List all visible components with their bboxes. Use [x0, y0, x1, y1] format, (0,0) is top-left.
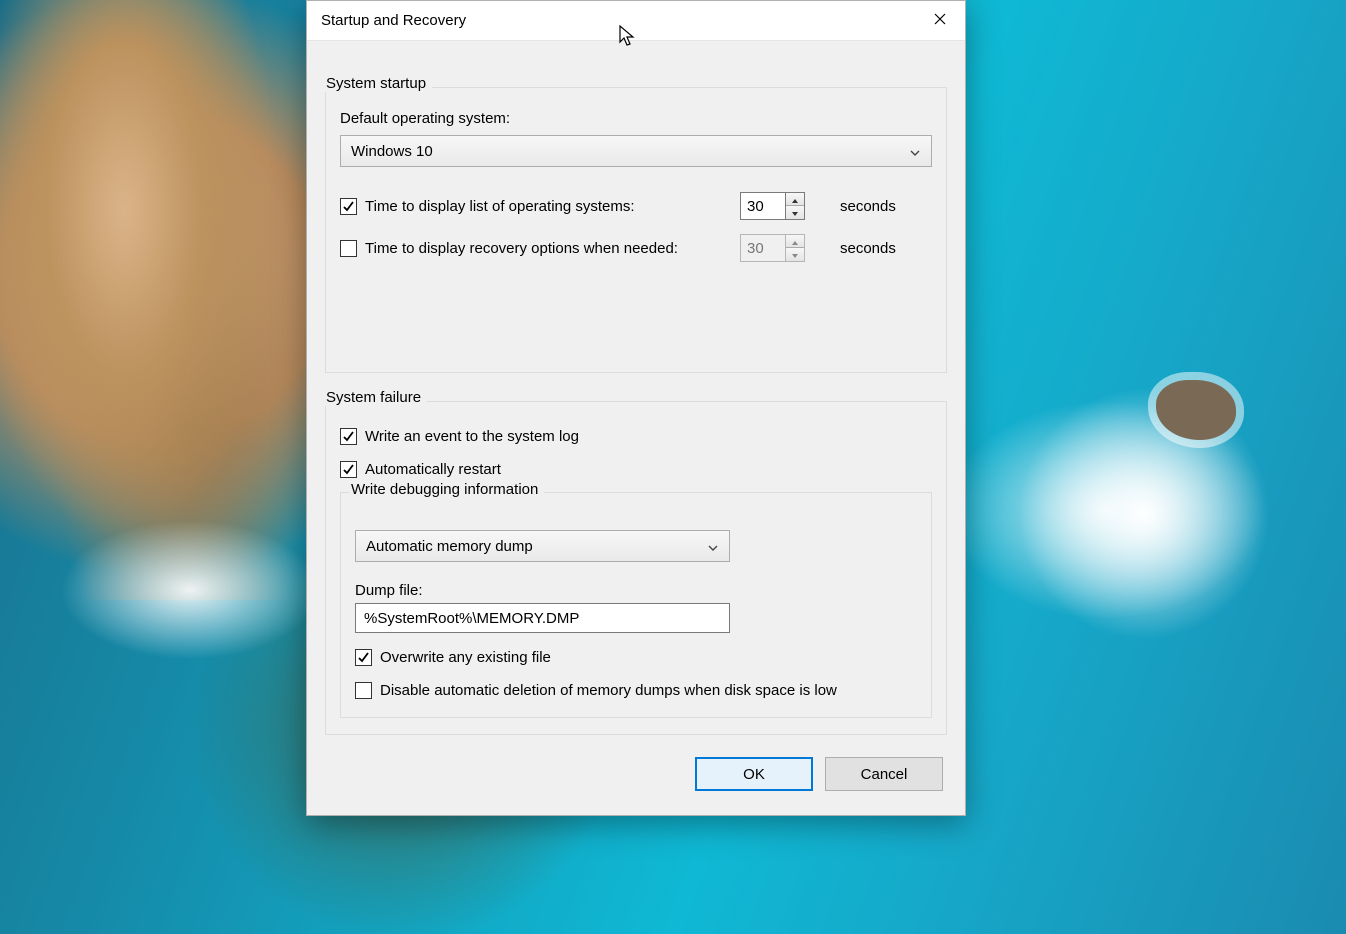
default-os-value: Windows 10 — [351, 143, 907, 160]
spin-down-button[interactable] — [786, 206, 804, 219]
chevron-down-icon — [705, 538, 721, 555]
time-list-label: Time to display list of operating system… — [365, 198, 635, 215]
write-event-checkbox[interactable] — [340, 428, 357, 445]
write-debug-info-group: Write debugging information Automatic me… — [340, 492, 932, 718]
dialog-button-row: OK Cancel — [325, 735, 947, 797]
seconds-label: seconds — [840, 198, 896, 215]
disable-auto-delete-label: Disable automatic deletion of memory dum… — [380, 682, 837, 699]
wallpaper-decor — [60, 520, 320, 660]
system-startup-legend: System startup — [324, 75, 432, 92]
default-os-dropdown[interactable]: Windows 10 — [340, 135, 932, 167]
triangle-down-icon — [791, 246, 799, 263]
disable-auto-delete-checkbox[interactable] — [355, 682, 372, 699]
time-recovery-spinner — [740, 234, 805, 262]
time-list-value[interactable] — [741, 193, 785, 219]
system-startup-group: System startup Default operating system:… — [325, 87, 947, 373]
time-list-checkbox[interactable] — [340, 198, 357, 215]
dump-type-dropdown[interactable]: Automatic memory dump — [355, 530, 730, 562]
ok-button-label: OK — [743, 766, 765, 783]
spin-down-button — [786, 248, 804, 261]
wallpaper-decor — [0, 0, 310, 600]
ok-button[interactable]: OK — [695, 757, 813, 791]
titlebar[interactable]: Startup and Recovery — [307, 1, 965, 41]
dump-type-value: Automatic memory dump — [366, 538, 705, 555]
system-failure-legend: System failure — [324, 389, 427, 406]
close-icon — [934, 12, 946, 29]
auto-restart-checkbox[interactable] — [340, 461, 357, 478]
write-debug-info-legend: Write debugging information — [349, 481, 544, 498]
cancel-button-label: Cancel — [861, 766, 908, 783]
dialog-title: Startup and Recovery — [321, 12, 466, 29]
close-button[interactable] — [917, 1, 963, 41]
write-event-label: Write an event to the system log — [365, 428, 579, 445]
chevron-down-icon — [907, 143, 923, 160]
time-list-spinner[interactable] — [740, 192, 805, 220]
overwrite-checkbox[interactable] — [355, 649, 372, 666]
dump-file-input[interactable] — [355, 603, 730, 633]
dump-file-label: Dump file: — [355, 582, 917, 599]
time-recovery-checkbox[interactable] — [340, 240, 357, 257]
auto-restart-label: Automatically restart — [365, 461, 501, 478]
default-os-label: Default operating system: — [340, 110, 932, 127]
startup-and-recovery-dialog: Startup and Recovery System startup Defa… — [306, 0, 966, 816]
time-recovery-value — [741, 235, 785, 261]
cancel-button[interactable]: Cancel — [825, 757, 943, 791]
seconds-label: seconds — [840, 240, 896, 257]
desktop-wallpaper: Startup and Recovery System startup Defa… — [0, 0, 1346, 934]
time-recovery-label: Time to display recovery options when ne… — [365, 240, 678, 257]
overwrite-label: Overwrite any existing file — [380, 649, 551, 666]
system-failure-group: System failure Write an event to the sys… — [325, 401, 947, 735]
triangle-down-icon — [791, 204, 799, 221]
